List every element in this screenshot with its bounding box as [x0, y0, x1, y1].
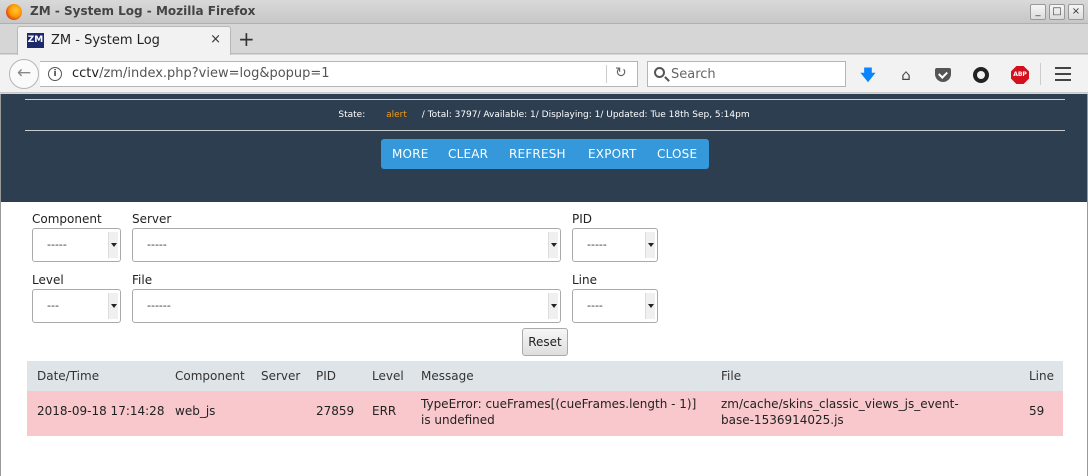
component-select[interactable]: -----	[32, 228, 121, 262]
chevron-down-icon	[108, 232, 118, 258]
log-table-header: Date/Time Component Server PID Level Mes…	[27, 361, 1063, 391]
search-input[interactable]	[671, 65, 841, 83]
server-filter-label: Server	[132, 212, 172, 226]
log-summary: / Total: 3797/ Available: 1/ Displaying:…	[421, 110, 750, 120]
zm-favicon-icon: ZM	[27, 33, 44, 48]
reset-button[interactable]: Reset	[522, 328, 568, 356]
chevron-down-icon	[108, 293, 118, 319]
clear-button[interactable]: CLEAR	[448, 147, 488, 161]
url-bar[interactable]: i cctv/zm/index.php?view=log&popup=1 ↻	[40, 61, 638, 87]
download-icon[interactable]: 🡇	[859, 66, 877, 84]
window-title: ZM - System Log - Mozilla Firefox	[30, 4, 256, 18]
toolbar-separator	[1040, 63, 1041, 85]
column-header-component[interactable]: Component	[175, 369, 245, 383]
column-header-message[interactable]: Message	[421, 369, 474, 383]
line-select-value: ----	[587, 299, 603, 312]
log-header: State: alert / Total: 3797/ Available: 1…	[1, 94, 1087, 202]
line-select[interactable]: ----	[572, 289, 658, 323]
action-button-group: MORE CLEAR REFRESH EXPORT CLOSE	[381, 139, 709, 169]
column-header-line[interactable]: Line	[1029, 369, 1054, 383]
server-select[interactable]: -----	[132, 228, 561, 262]
url-text[interactable]: cctv/zm/index.php?view=log&popup=1	[72, 66, 330, 81]
state-value: alert	[386, 110, 407, 120]
search-bar[interactable]	[647, 61, 846, 87]
level-filter-label: Level	[32, 273, 64, 287]
line-filter-label: Line	[572, 273, 598, 287]
tab-title: ZM - System Log	[51, 33, 160, 48]
column-header-pid[interactable]: PID	[316, 369, 336, 383]
file-select-value: ------	[147, 299, 171, 312]
export-button[interactable]: EXPORT	[588, 147, 636, 161]
component-filter-label: Component	[32, 212, 102, 226]
pid-select[interactable]: -----	[572, 228, 658, 262]
pid-select-value: -----	[587, 238, 607, 251]
tab-system-log[interactable]: ZM ZM - System Log ×	[17, 26, 231, 55]
back-button[interactable]: ←	[9, 59, 39, 89]
firefox-logo-icon	[6, 4, 22, 20]
table-row[interactable]: 2018-09-18 17:14:28 web_js 27859 ERR Typ…	[27, 391, 1063, 436]
back-arrow-icon: ←	[16, 63, 32, 83]
maximize-button[interactable]: □	[1049, 4, 1065, 20]
header-divider-bottom	[25, 130, 1065, 131]
chevron-down-icon	[548, 293, 558, 319]
chevron-down-icon	[645, 293, 655, 319]
cell-message-line-1: TypeError: cueFrames[(cueFrames.length -…	[421, 397, 697, 411]
column-header-datetime[interactable]: Date/Time	[37, 369, 99, 383]
file-select[interactable]: ------	[132, 289, 561, 323]
cell-line: 59	[1029, 404, 1045, 418]
cell-file-line-2: base-1536914025.js	[721, 413, 844, 427]
cell-datetime: 2018-09-18 17:14:28	[37, 404, 165, 418]
window-close-button[interactable]: ×	[1068, 4, 1084, 20]
file-filter-label: File	[132, 273, 153, 287]
tab-close-icon[interactable]: ×	[210, 32, 221, 47]
cell-pid: 27859	[316, 404, 355, 418]
level-select-value: ---	[47, 299, 59, 312]
pid-filter-label: PID	[572, 212, 593, 226]
cell-component: web_js	[175, 404, 216, 418]
home-icon[interactable]: ⌂	[897, 66, 915, 84]
chevron-down-icon	[645, 232, 655, 258]
url-separator	[606, 65, 607, 83]
sync-icon[interactable]	[973, 67, 989, 83]
new-tab-button[interactable]: +	[238, 28, 255, 50]
minimize-button[interactable]: _	[1030, 4, 1046, 20]
page-content: State: alert / Total: 3797/ Available: 1…	[0, 94, 1088, 476]
header-divider-top	[25, 99, 1065, 100]
refresh-button[interactable]: REFRESH	[509, 147, 566, 161]
hamburger-menu-icon[interactable]	[1055, 67, 1071, 81]
chevron-down-icon	[548, 232, 558, 258]
state-label: State:	[338, 110, 366, 120]
info-icon[interactable]: i	[48, 67, 62, 81]
tab-strip: ZM ZM - System Log × +	[0, 24, 1088, 55]
pocket-icon[interactable]	[935, 68, 951, 82]
window-titlebar: ZM - System Log - Mozilla Firefox _ □ ×	[0, 0, 1088, 24]
status-line: State: alert / Total: 3797/ Available: 1…	[1, 110, 1087, 120]
cell-level: ERR	[372, 404, 397, 418]
column-header-level[interactable]: Level	[372, 369, 404, 383]
level-select[interactable]: ---	[32, 289, 121, 323]
column-header-file[interactable]: File	[721, 369, 741, 383]
close-button[interactable]: CLOSE	[657, 147, 697, 161]
server-select-value: -----	[147, 238, 167, 251]
adblock-icon[interactable]: ABP	[1011, 66, 1029, 84]
reload-icon[interactable]: ↻	[615, 65, 627, 81]
cell-file-line-1: zm/cache/skins_classic_views_js_event-	[721, 397, 959, 411]
column-header-server[interactable]: Server	[261, 369, 300, 383]
component-select-value: -----	[47, 238, 67, 251]
cell-message-line-2: is undefined	[421, 413, 495, 427]
search-icon	[654, 67, 665, 78]
more-button[interactable]: MORE	[392, 147, 429, 161]
navigation-toolbar: ← i cctv/zm/index.php?view=log&popup=1 ↻…	[0, 55, 1088, 93]
